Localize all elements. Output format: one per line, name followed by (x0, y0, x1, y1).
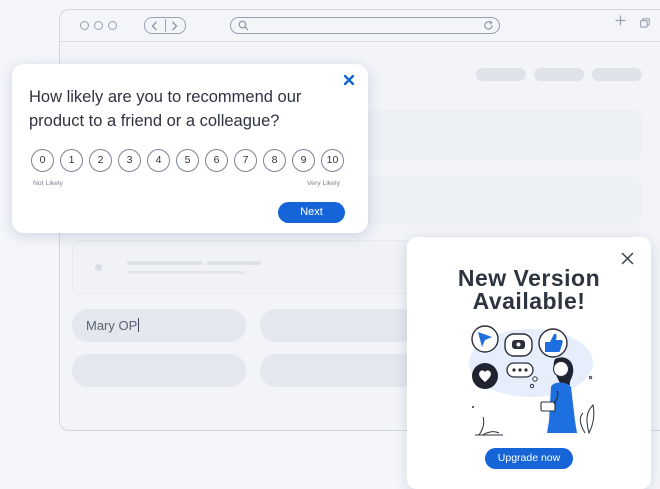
update-illustration (469, 325, 595, 436)
plus-icon[interactable] (615, 15, 626, 26)
rating-option-4[interactable]: 4 (147, 149, 170, 172)
chevron-left-icon[interactable] (151, 21, 158, 31)
survey-question-line: How likely are you to recommend our (29, 88, 302, 106)
skeleton-line (127, 261, 203, 265)
window-dot[interactable] (94, 21, 103, 30)
scale-low-label: Not Likely (33, 180, 63, 187)
rating-option-2[interactable]: 2 (89, 149, 112, 172)
nav-divider (165, 19, 166, 32)
name-input-value: Mary OP (86, 318, 140, 333)
chevron-right-icon[interactable] (171, 21, 178, 31)
skeleton-pill (534, 68, 584, 81)
skeleton-pill (592, 68, 642, 81)
thumbs-up-icon (538, 328, 568, 358)
skeleton-card (350, 110, 642, 160)
copy-icon[interactable] (640, 18, 650, 28)
rating-option-6[interactable]: 6 (205, 149, 228, 172)
text-caret (138, 318, 140, 332)
popup-title-line: New Version (457, 265, 601, 291)
search-icon (238, 20, 249, 31)
text-input[interactable] (260, 354, 420, 387)
text-input[interactable] (72, 354, 246, 387)
nav-buttons (144, 17, 186, 34)
skeleton-line (207, 261, 261, 265)
skeleton-pill (476, 68, 526, 81)
window-dot[interactable] (108, 21, 117, 30)
skeleton-dot (95, 264, 102, 271)
next-button[interactable]: Next (278, 202, 345, 223)
browser-toolbar (60, 10, 660, 42)
heart-bubble-icon (472, 363, 498, 389)
rating-option-3[interactable]: 3 (118, 149, 141, 172)
nps-survey-card: How likely are you to recommend our prod… (12, 64, 368, 233)
scale-high-label: Very Likely (307, 180, 340, 187)
rating-option-0[interactable]: 0 (31, 149, 54, 172)
rating-option-1[interactable]: 1 (60, 149, 83, 172)
name-input[interactable]: Mary OP (72, 309, 246, 342)
cursor-bubble-icon (471, 325, 499, 353)
close-icon[interactable] (343, 74, 355, 86)
device-bubble-icon (504, 333, 533, 357)
rating-option-5[interactable]: 5 (176, 149, 199, 172)
popup-title-line: Available! (472, 288, 586, 314)
skeleton-line (127, 271, 245, 274)
text-input[interactable] (260, 309, 420, 342)
survey-question-line: product to a friend or a colleague? (29, 112, 280, 130)
rating-option-7[interactable]: 7 (234, 149, 257, 172)
rating-option-10[interactable]: 10 (321, 149, 344, 172)
skeleton-card (350, 175, 642, 225)
new-version-popup: New Version Available! Upgrade now (407, 237, 651, 489)
window-dot[interactable] (80, 21, 89, 30)
skeleton-list-item (72, 240, 414, 294)
rating-option-9[interactable]: 9 (292, 149, 315, 172)
close-icon[interactable] (621, 252, 634, 265)
refresh-icon[interactable] (483, 20, 494, 31)
chat-bubble-icon (506, 362, 534, 378)
rating-option-8[interactable]: 8 (263, 149, 286, 172)
survey-question: How likely are you to recommend our prod… (29, 85, 339, 133)
upgrade-now-button[interactable]: Upgrade now (485, 448, 573, 469)
address-bar[interactable] (230, 17, 500, 34)
